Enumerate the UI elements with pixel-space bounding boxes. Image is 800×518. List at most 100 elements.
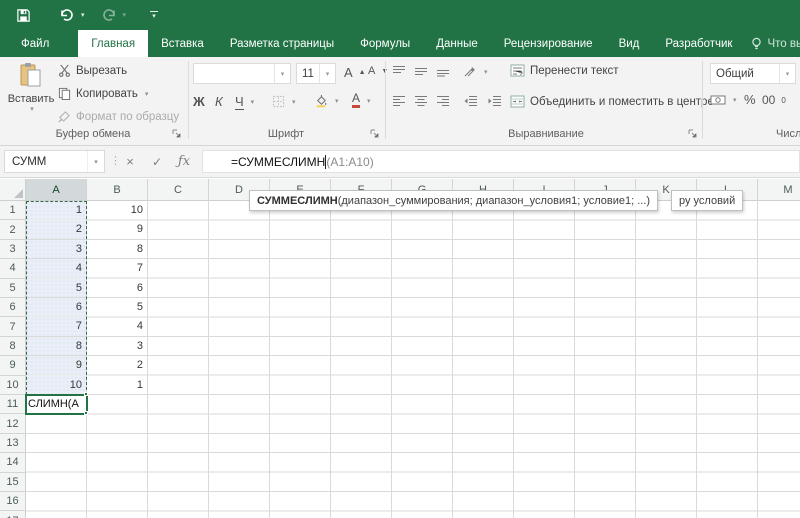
- cut-button[interactable]: Вырезать: [58, 64, 127, 77]
- save-button[interactable]: [12, 4, 35, 26]
- row-header-14[interactable]: 14: [0, 453, 26, 472]
- row-header-17[interactable]: 17: [0, 511, 26, 518]
- align-top-button[interactable]: [392, 65, 406, 77]
- tab-insert[interactable]: Вставка: [148, 30, 217, 57]
- row-header-11[interactable]: 11: [0, 395, 26, 414]
- cell-A7[interactable]: 7: [26, 317, 86, 335]
- font-name-combo[interactable]: ▾: [193, 63, 291, 84]
- row-header-9[interactable]: 9: [0, 356, 26, 375]
- tab-view[interactable]: Вид: [606, 30, 653, 57]
- cell-A1[interactable]: 1: [26, 201, 86, 219]
- align-bottom-button[interactable]: [436, 65, 450, 77]
- insert-function-button[interactable]: ƒx: [172, 150, 196, 173]
- row-header-7[interactable]: 7: [0, 317, 26, 336]
- cell-B6[interactable]: 5: [87, 298, 147, 316]
- tab-file[interactable]: Файл: [8, 30, 62, 57]
- column-header-B[interactable]: B: [87, 179, 148, 201]
- tab-formulas[interactable]: Формулы: [347, 30, 423, 57]
- cell-A10[interactable]: 10: [26, 376, 86, 394]
- tab-developer[interactable]: Разработчик: [652, 30, 745, 57]
- redo-button[interactable]: [97, 4, 121, 26]
- formula-input[interactable]: =СУММЕСЛИМН(A1:A10): [202, 150, 800, 173]
- row-header-13[interactable]: 13: [0, 434, 26, 453]
- cell-A8[interactable]: 8: [26, 337, 86, 355]
- accounting-format-button[interactable]: ▾: [710, 94, 737, 106]
- increase-indent-button[interactable]: [487, 95, 502, 107]
- decrease-indent-button[interactable]: [463, 95, 478, 107]
- fill-color-button[interactable]: ▾: [314, 94, 339, 108]
- cell-B8[interactable]: 3: [87, 337, 147, 355]
- font-size-combo[interactable]: 11 ▾: [296, 63, 336, 84]
- cell-B10[interactable]: 1: [87, 376, 147, 394]
- increase-font-button[interactable]: А▲: [344, 65, 366, 80]
- format-painter-button[interactable]: Формат по образцу: [58, 110, 179, 123]
- row-header-4[interactable]: 4: [0, 259, 26, 278]
- borders-button[interactable]: ▾: [272, 95, 296, 108]
- number-format-combo[interactable]: Общий ▾: [710, 63, 796, 84]
- alignment-dialog-launcher[interactable]: [688, 129, 699, 140]
- row-header-8[interactable]: 8: [0, 337, 26, 356]
- tab-data[interactable]: Данные: [423, 30, 491, 57]
- undo-button[interactable]: [55, 4, 79, 26]
- row-header-12[interactable]: 12: [0, 414, 26, 433]
- paste-button[interactable]: Вставить ▾: [8, 62, 54, 136]
- cell-B4[interactable]: 7: [87, 259, 147, 277]
- name-box[interactable]: СУММ ▾: [4, 150, 105, 173]
- font-color-button[interactable]: А ▾: [352, 93, 371, 108]
- column-header-A[interactable]: A: [26, 179, 87, 201]
- font-dialog-launcher[interactable]: [370, 129, 381, 140]
- edit-cell-a11[interactable]: СЛИМН(A: [25, 394, 88, 415]
- tab-page-layout[interactable]: Разметка страницы: [217, 30, 347, 57]
- copy-button[interactable]: Копировать ▾: [58, 87, 148, 100]
- row-header-5[interactable]: 5: [0, 279, 26, 298]
- enter-button[interactable]: ✓: [145, 150, 169, 173]
- cell-A6[interactable]: 6: [26, 298, 86, 316]
- name-box-dropdown[interactable]: ▾: [87, 151, 104, 172]
- cell-B5[interactable]: 6: [87, 279, 147, 297]
- row-header-15[interactable]: 15: [0, 473, 26, 492]
- align-left-button[interactable]: [392, 95, 406, 107]
- tooltip-arguments: (диапазон_суммирования; диапазон_условия…: [338, 195, 650, 207]
- select-all-corner[interactable]: [0, 179, 26, 201]
- tell-me-box[interactable]: Что вы хо: [745, 30, 800, 57]
- row-header-6[interactable]: 6: [0, 298, 26, 317]
- bold-button[interactable]: Ж: [193, 94, 205, 109]
- undo-dropdown[interactable]: ▾: [79, 11, 87, 19]
- merge-center-button[interactable]: Объединить и поместить в центре ▾: [510, 95, 724, 108]
- redo-dropdown[interactable]: ▾: [121, 11, 129, 19]
- comma-style-button[interactable]: 000: [762, 93, 786, 107]
- row-header-10[interactable]: 10: [0, 376, 26, 395]
- column-header-C[interactable]: C: [148, 179, 209, 201]
- row-header-1[interactable]: 1: [0, 201, 26, 220]
- clipboard-dialog-launcher[interactable]: [172, 129, 183, 140]
- tab-home[interactable]: Главная: [78, 30, 148, 57]
- percent-style-button[interactable]: %: [744, 92, 756, 107]
- cell-B2[interactable]: 9: [87, 220, 147, 238]
- cell-A4[interactable]: 4: [26, 259, 86, 277]
- customize-qat-button[interactable]: ▾: [146, 4, 162, 26]
- cell-B3[interactable]: 8: [87, 240, 147, 258]
- tab-review[interactable]: Рецензирование: [491, 30, 606, 57]
- cell-A3[interactable]: 3: [26, 240, 86, 258]
- row-header-3[interactable]: 3: [0, 240, 26, 259]
- fill-handle[interactable]: [84, 411, 88, 415]
- range-handle[interactable]: [84, 392, 88, 396]
- cell-A9[interactable]: 9: [26, 356, 86, 374]
- align-right-button[interactable]: [436, 95, 450, 107]
- column-header-M[interactable]: M: [758, 179, 800, 201]
- align-center-button[interactable]: [414, 95, 428, 107]
- number-format-value: Общий: [711, 68, 779, 80]
- cancel-button[interactable]: ×: [118, 150, 142, 173]
- row-header-2[interactable]: 2: [0, 220, 26, 239]
- cell-B1[interactable]: 10: [87, 201, 147, 219]
- underline-button[interactable]: Ч▾: [235, 94, 254, 110]
- orientation-button[interactable]: ▾: [463, 65, 488, 78]
- cell-A2[interactable]: 2: [26, 220, 86, 238]
- cell-B9[interactable]: 2: [87, 356, 147, 374]
- align-middle-button[interactable]: [414, 65, 428, 77]
- row-header-16[interactable]: 16: [0, 492, 26, 511]
- italic-button[interactable]: К: [215, 94, 223, 109]
- cell-B7[interactable]: 4: [87, 317, 147, 335]
- wrap-text-button[interactable]: Перенести текст: [510, 64, 619, 77]
- cell-A5[interactable]: 5: [26, 279, 86, 297]
